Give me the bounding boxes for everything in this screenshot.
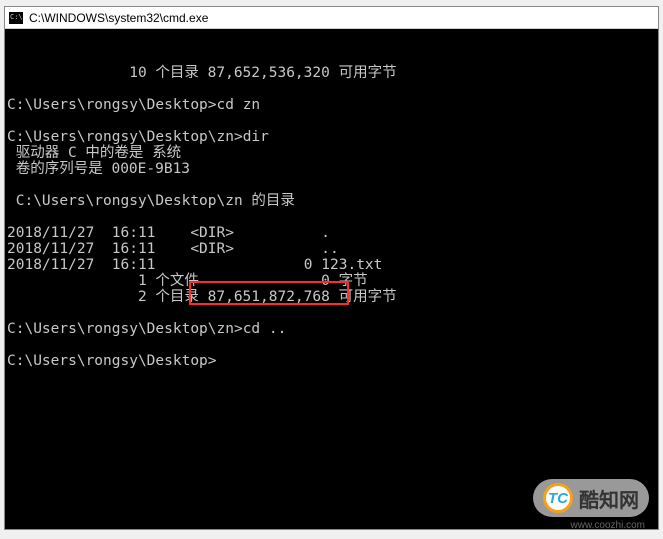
cmd-icon [9, 12, 23, 24]
window-title: C:\WINDOWS\system32\cmd.exe [29, 11, 208, 25]
watermark-url: www.coozhi.com [571, 520, 645, 531]
watermark-name: 酷知网 [579, 484, 639, 513]
watermark: TC 酷知网 [533, 479, 649, 517]
cmd-window: C:\WINDOWS\system32\cmd.exe 10 个目录 87,65… [4, 6, 659, 530]
titlebar[interactable]: C:\WINDOWS\system32\cmd.exe [5, 7, 658, 29]
terminal-area[interactable]: 10 个目录 87,652,536,320 可用字节 C:\Users\rong… [5, 29, 658, 529]
watermark-logo-icon: TC [543, 483, 573, 513]
terminal-output: 10 个目录 87,652,536,320 可用字节 C:\Users\rong… [7, 65, 656, 369]
